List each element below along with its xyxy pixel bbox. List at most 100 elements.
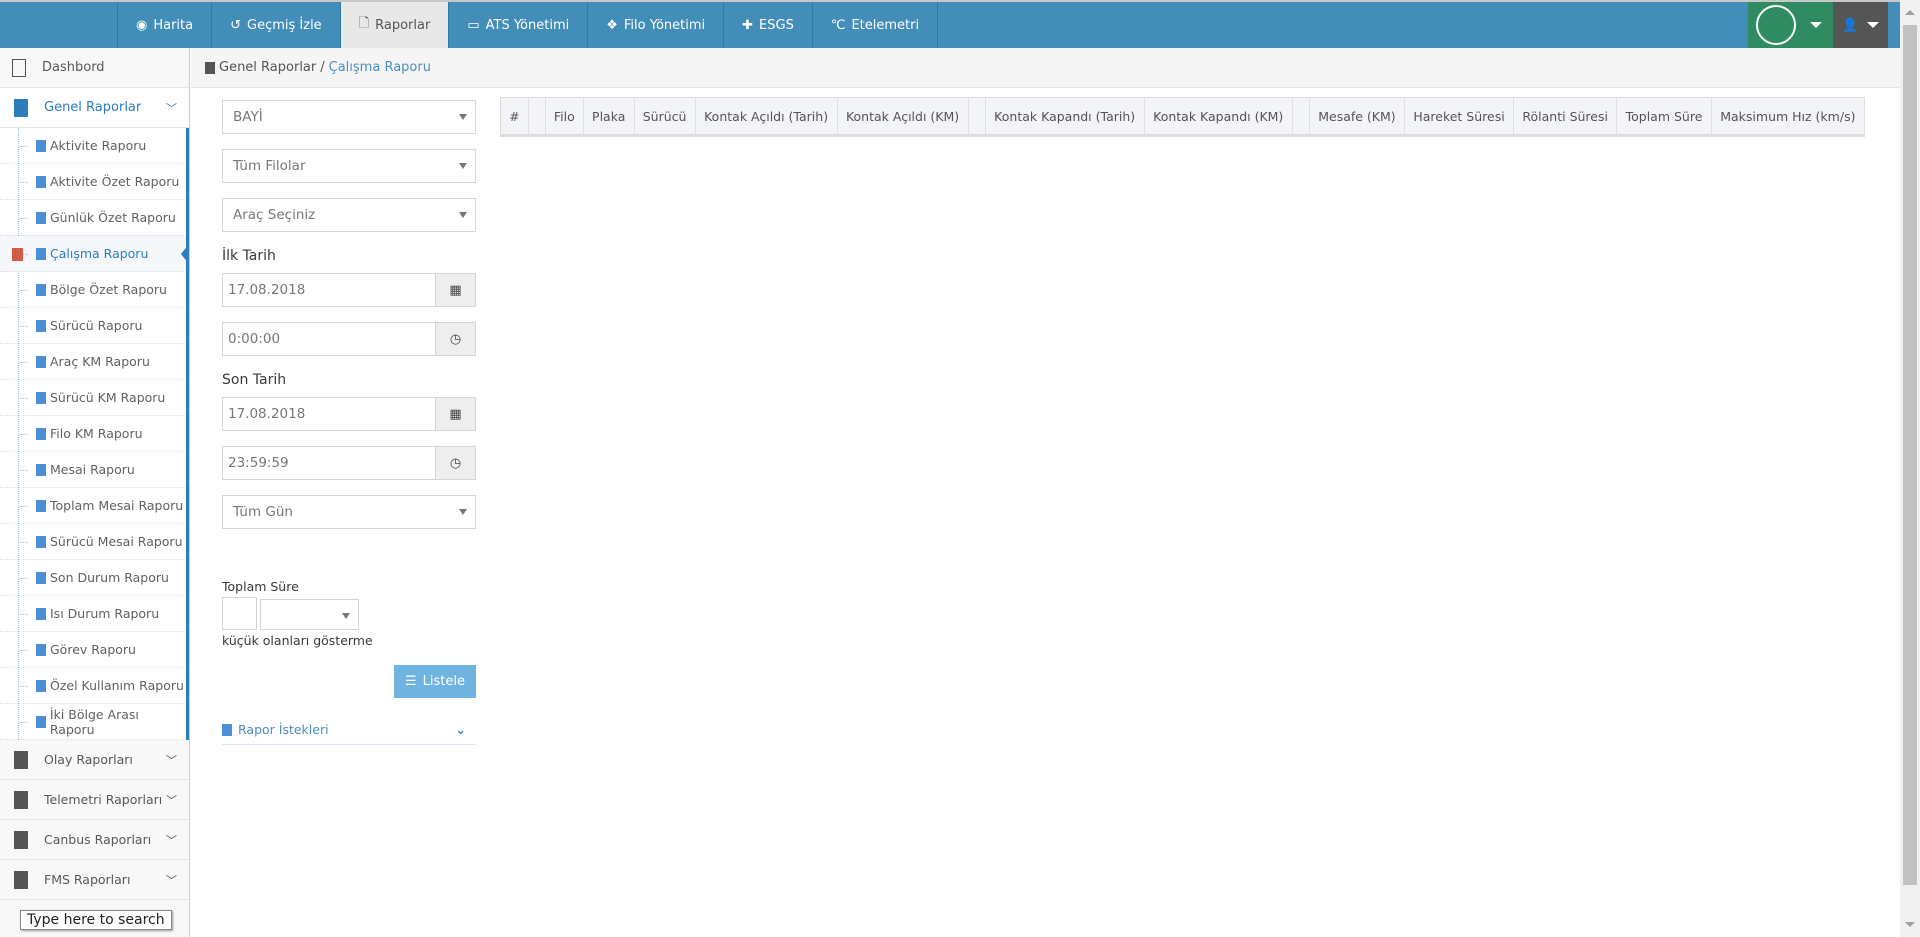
chevron-down-icon: ﹀ [166,834,177,847]
file-text-icon [36,319,46,332]
file-text-icon [36,139,46,152]
column-header[interactable]: Toplam Süre [1616,97,1712,137]
column-header[interactable] [1291,97,1310,137]
fleet-select[interactable]: Tüm Filolar [222,149,476,183]
column-header[interactable]: Kontak Açıldı (Tarih) [694,97,838,137]
column-header[interactable]: Rölanti Süresi [1513,97,1618,137]
sidebar-subitem[interactable]: Mesai Raporu [0,452,186,488]
column-header[interactable]: # [500,97,529,137]
chevron-down-icon: ﹀ [166,102,177,115]
dealer-select[interactable]: BAYİ [222,100,476,134]
main-content: Genel Raporlar / Çalışma Raporu BAYİ Tüm F… [191,48,1900,937]
clock-icon[interactable]: ◷ [435,447,475,479]
nav-ge-mi-i-zle[interactable]: ↺ Geçmiş İzle [211,2,340,48]
file-text-icon [36,715,46,728]
start-time-input[interactable]: 0:00:00 ◷ [222,322,476,356]
file-icon [12,58,26,77]
sidebar-subitem[interactable]: Bölge Özet Raporu [0,272,186,308]
file-text-icon [36,427,46,440]
sidebar-subitem[interactable]: Son Durum Raporu [0,560,186,596]
sidebar-group-genel-raporlar[interactable]: Genel Raporlar ﹀ [0,88,189,128]
vehicle-select[interactable]: Araç Seçiniz [222,198,476,232]
total-duration-label: Toplam Süre [222,579,299,594]
celsius-icon: ℃ [830,17,846,33]
main-nav: ◉ Harita ↺ Geçmiş İzle 🗋 Raporlar ▭ ATS Yönetim… [117,2,939,48]
nav-filo-y-netimi[interactable]: ❖ Filo Yönetimi [587,2,723,48]
report-requests-toggle[interactable]: Rapor İstekleri ⌄ [222,715,476,745]
end-time-input[interactable]: 23:59:59 ◷ [222,446,476,480]
file-text-icon [36,643,46,656]
sidebar-subitem[interactable]: Isı Durum Raporu [0,596,186,632]
start-date-input[interactable]: 17.08.2018 ▦ [222,273,476,307]
sidebar-subitem[interactable]: Özel Kullanım Raporu [0,668,186,704]
dropdown-arrow-icon [459,509,467,515]
column-header[interactable] [967,97,986,137]
sidebar-group[interactable]: Olay Raporları ﹀ [0,740,189,780]
calendar-icon[interactable]: ▦ [435,274,475,306]
column-header[interactable]: Sürücü [633,97,696,137]
sidebar-group[interactable]: Canbus Raporları ﹀ [0,820,189,860]
sidebar-subitem[interactable]: Aktivite Özet Raporu [0,164,186,200]
calendar-icon[interactable]: ▦ [435,398,475,430]
chevron-down-icon: ﹀ [166,874,177,887]
dropdown-arrow-icon [342,613,350,619]
file-text-icon [36,391,46,404]
sidebar-subitem[interactable]: Görev Raporu [0,632,186,668]
caret-down-icon [1866,22,1879,28]
column-header[interactable]: Filo [544,97,584,137]
sidebar-group[interactable]: Telemetri Raporları ﹀ [0,780,189,820]
sidebar-subitem[interactable]: Sürücü Raporu [0,308,186,344]
clock-icon[interactable]: ◷ [435,323,475,355]
sidebar-subitem[interactable]: Filo KM Raporu [0,416,186,452]
sidebar-subitem[interactable]: Günlük Özet Raporu [0,200,186,236]
breadcrumb-parent[interactable]: Genel Raporlar [219,60,316,75]
sidebar-subitem[interactable]: Toplam Mesai Raporu [0,488,186,524]
column-header[interactable] [527,97,546,137]
page-scrollbar[interactable] [1900,0,1920,937]
column-header[interactable]: Kontak Açıldı (KM) [836,97,969,137]
nav-esgs[interactable]: ✚ ESGS [723,2,812,48]
file-text-icon [14,790,28,809]
sidebar-subitem[interactable]: Sürücü KM Raporu [0,380,186,416]
file-text-icon [36,175,46,188]
sidebar-subitem[interactable]: Araç KM Raporu [0,344,186,380]
column-header[interactable]: Hareket Süresi [1403,97,1515,137]
file-text-icon [36,571,46,584]
cubes-icon: ❖ [606,17,618,33]
column-header[interactable]: Maksimum Hız (km/s) [1710,97,1866,137]
day-select[interactable]: Tüm Gün [222,495,476,529]
breadcrumb-current[interactable]: Çalışma Raporu [329,60,431,75]
file-text-icon [14,750,28,769]
chevron-down-icon: ﹀ [166,754,177,767]
nav-ats-y-netimi[interactable]: ▭ ATS Yönetimi [448,2,587,48]
column-header[interactable]: Plaka [582,97,635,137]
sidebar-subitem[interactable]: Sürücü Mesai Raporu [0,524,186,560]
sidebar-group[interactable]: FMS Raporları ﹀ [0,860,189,900]
sidebar-subitem[interactable]: Çalışma Raporu [0,236,189,272]
column-header[interactable]: Kontak Kapandı (Tarih) [984,97,1145,137]
puzzle-icon: ✚ [742,17,754,33]
file-text-icon [36,607,46,620]
nav-harita[interactable]: ◉ Harita [117,2,211,48]
end-date-label: Son Tarih [222,372,287,388]
file-text-icon [14,830,28,849]
status-dropdown[interactable] [1748,2,1833,48]
sidebar-item-dashboard[interactable]: Dashbord [0,48,189,88]
duration-unit-select[interactable] [260,599,359,630]
total-duration-input[interactable] [222,597,257,630]
list-button[interactable]: ☰ Listele [394,665,476,698]
hide-smaller-label: küçük olanları gösterme [222,633,373,648]
user-menu-button[interactable]: 👤 [1833,2,1888,48]
sidebar-subitem[interactable]: İki Bölge Arası Raporu [0,704,186,740]
nav-raporlar[interactable]: 🗋 Raporlar [339,2,449,48]
active-arrow [181,244,189,264]
nav-etelemetri[interactable]: ℃ Etelemetri [811,2,939,48]
dropdown-arrow-icon [459,212,467,218]
file-text-icon [36,355,46,368]
column-header[interactable]: Kontak Kapandı (KM) [1143,97,1293,137]
sidebar-subitem[interactable]: Aktivite Raporu [0,128,186,164]
globe-icon: ◉ [136,17,148,33]
column-header[interactable]: Mesafe (KM) [1308,97,1405,137]
end-date-input[interactable]: 17.08.2018 ▦ [222,397,476,431]
sidebar: Dashbord Genel Raporlar ﹀ Aktivite Raporu… [0,48,190,937]
